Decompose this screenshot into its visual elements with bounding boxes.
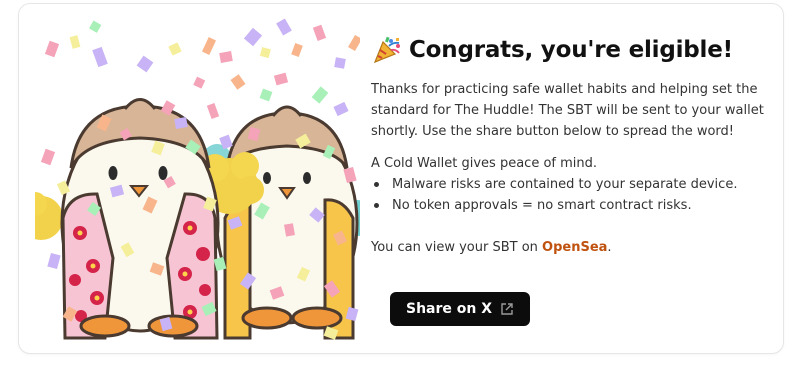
share-button-label: Share on X [406,301,493,317]
view-suffix: . [607,240,612,255]
penguins-confetti-illustration [35,18,360,340]
intro-text: Thanks for practicing safe wallet habits… [371,82,764,139]
view-prefix: You can view your SBT on [371,240,543,255]
benefit-text: No token approvals = no smart contract r… [392,198,692,213]
eligibility-card: Congrats, you're eligible! Thanks for pr… [18,3,784,354]
view-sbt-text: You can view your SBT on OpenSea. [371,237,771,258]
message-content: Congrats, you're eligible! Thanks for pr… [371,30,771,326]
list-item: Malware risks are contained to your sepa… [373,174,771,195]
card-header: Congrats, you're eligible! [371,30,771,70]
benefits-list: Malware risks are contained to your sepa… [371,174,771,216]
bullet-icon [374,182,379,187]
share-on-x-button[interactable]: Share on X [390,292,531,326]
opensea-link[interactable]: OpenSea [542,240,607,255]
external-link-icon [500,302,514,316]
bullet-icon [374,203,379,208]
benefit-text: Malware risks are contained to your sepa… [392,177,738,192]
cold-wallet-heading: A Cold Wallet gives peace of mind. [371,156,598,171]
party-popper-icon [371,34,403,66]
list-item: No token approvals = no smart contract r… [373,195,771,216]
page-title: Congrats, you're eligible! [409,37,733,63]
